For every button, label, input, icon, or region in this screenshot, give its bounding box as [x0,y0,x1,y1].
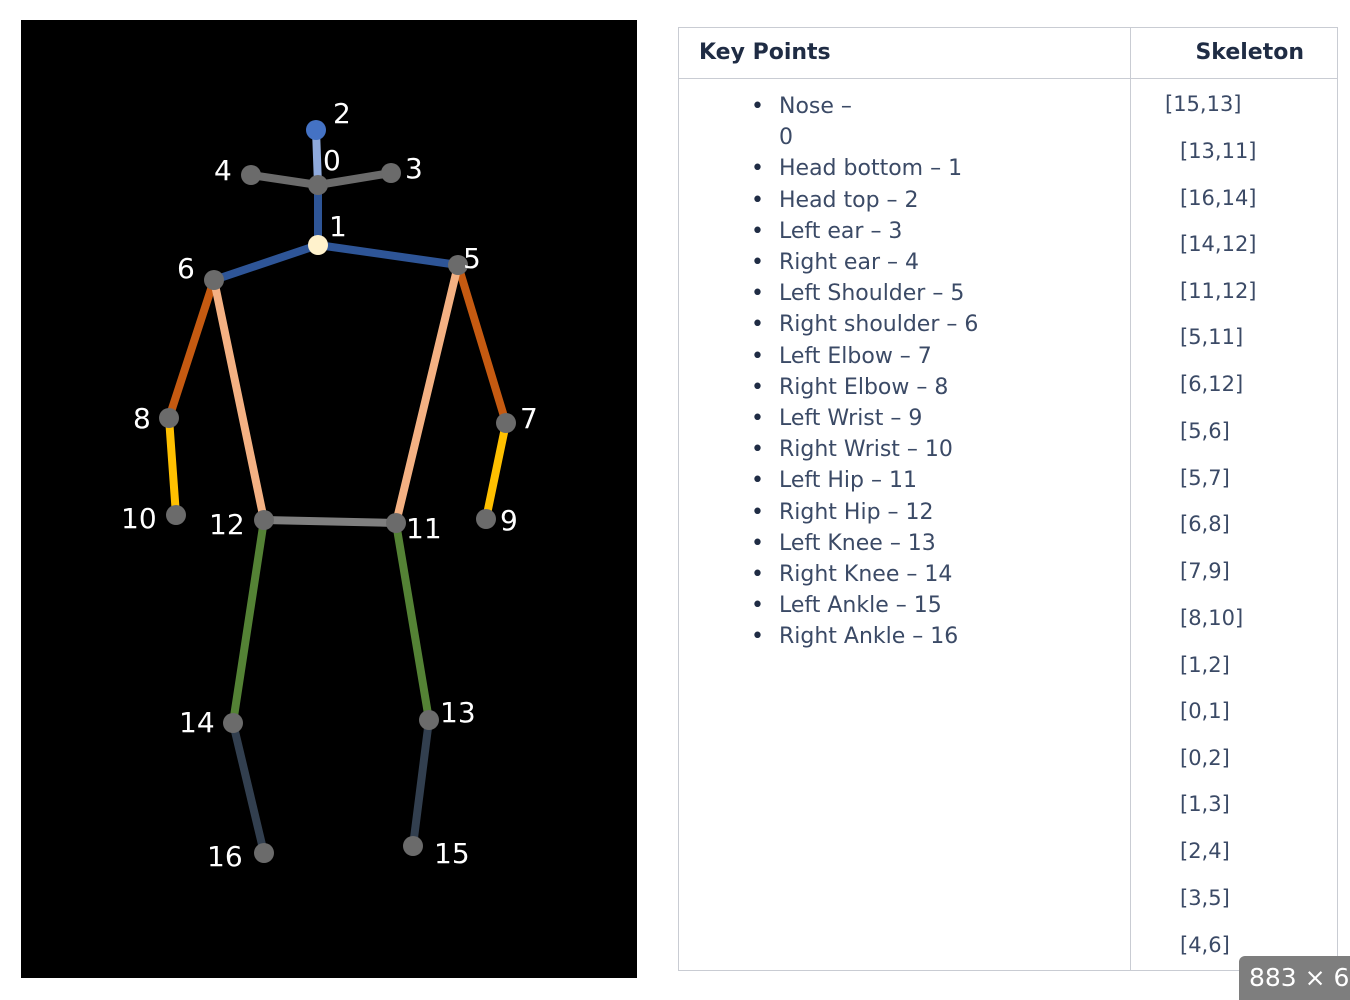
keypoint-item: Left Wrist – 9 [751,403,1109,434]
skeleton-pair: [15,13] [1165,92,1242,116]
bone-13-15 [409,716,433,850]
skeleton-pair: [8,10] [1180,606,1244,630]
keypoints-skeleton-table: Key Points Skeleton Nose – 0Head bottom … [678,27,1338,971]
joint-label-15: 15 [434,837,470,870]
joint-14 [223,713,243,733]
bone-0-4 [247,171,322,189]
joint-label-8: 8 [133,402,151,435]
joint-label-12: 12 [209,508,245,541]
image-size-badge: 883 × 647 [1239,956,1350,1000]
bone-12-14 [229,516,268,727]
joint-7 [496,413,516,433]
joint-label-4: 4 [214,154,232,187]
skeleton-pair: [5,6] [1180,419,1230,443]
bone-11-13 [392,519,433,724]
joint-8 [159,408,179,428]
skeleton-pair: [11,12] [1180,279,1257,303]
joint-4 [241,165,261,185]
column-divider [1130,28,1131,970]
keypoint-item: Right shoulder – 6 [751,309,1109,340]
bone-12-11 [260,516,400,527]
joint-0 [308,175,328,195]
skeleton-pair: [1,3] [1180,792,1230,816]
joint-label-2: 2 [333,97,351,130]
bone-1-5 [314,241,462,269]
skeleton-pair: [6,12] [1180,372,1244,396]
keypoint-list: Nose – 0Head bottom – 1Head top – 2Left … [751,91,1109,653]
keypoint-item: Left Ankle – 15 [751,590,1109,621]
joint-12 [254,510,274,530]
joint-11 [386,513,406,533]
joint-label-14: 14 [179,706,215,739]
skeleton-pair: [13,11] [1180,139,1257,163]
table-header: Key Points Skeleton [679,28,1337,79]
bone-5-11 [392,261,462,527]
joint-10 [166,505,186,525]
joint-6 [204,270,224,290]
keypoint-item: Right Knee – 14 [751,559,1109,590]
bone-1-6 [210,241,322,284]
joint-label-1: 1 [329,210,347,243]
bone-6-8 [165,276,218,422]
skeleton-diagram-panel: 0 1 2 3 4 5 6 7 8 9 10 11 12 13 14 15 16 [21,20,637,978]
keypoint-item: Head top – 2 [751,185,1109,216]
joint-13 [419,710,439,730]
keypoint-item: Left Elbow – 7 [751,341,1109,372]
keypoint-item: Nose – 0 [751,91,869,153]
joint-15 [403,836,423,856]
keypoint-item: Right Elbow – 8 [751,372,1109,403]
skeleton-pair: [6,8] [1180,512,1230,536]
keypoint-item: Left ear – 3 [751,216,1109,247]
keypoint-item: Right Hip – 12 [751,497,1109,528]
joint-label-7: 7 [520,402,538,435]
joint-label-5: 5 [463,242,481,275]
skeleton-pair: [7,9] [1180,559,1230,583]
skeleton-pair: [1,2] [1180,653,1230,677]
header-key-points: Key Points [699,40,831,65]
joint-9 [476,509,496,529]
joint-label-6: 6 [177,252,195,285]
joint-label-9: 9 [500,504,518,537]
keypoint-item: Right Ankle – 16 [751,621,1109,652]
keypoint-item: Left Hip – 11 [751,465,1109,496]
skeleton-pair: [16,14] [1180,186,1257,210]
bone-6-12 [210,276,268,524]
keypoint-item: Right ear – 4 [751,247,1109,278]
skeleton-pair: [3,5] [1180,886,1230,910]
keypoint-item: Head bottom – 1 [751,153,1109,184]
skeleton-pair: [5,7] [1180,466,1230,490]
joint-label-0: 0 [323,144,341,177]
skeleton-pair: [0,2] [1180,746,1230,770]
header-skeleton: Skeleton [1195,40,1304,65]
joint-label-11: 11 [406,512,442,545]
joint-1 [308,235,328,255]
skeleton-pair: [14,12] [1180,232,1257,256]
keypoint-item: Right Wrist – 10 [751,434,1109,465]
skeleton-pair: [2,4] [1180,839,1230,863]
bone-8-10 [165,414,180,519]
joint-label-10: 10 [121,502,157,535]
bone-5-7 [454,261,510,427]
joint-2 [306,120,326,140]
keypoint-item: Left Shoulder – 5 [751,278,1109,309]
skeleton-pair: [0,1] [1180,699,1230,723]
keypoint-item: Left Knee – 13 [751,528,1109,559]
joint-3 [381,163,401,183]
joint-16 [254,843,274,863]
skeleton-pair: [5,11] [1180,325,1244,349]
skeleton-pair: [4,6] [1180,933,1230,957]
skeleton-diagram: 012345678910 111213141516 [121,97,538,873]
bone-14-16 [229,719,268,857]
joint-label-16: 16 [207,840,243,873]
joint-label-13: 13 [440,696,476,729]
joint-label-3: 3 [405,152,423,185]
